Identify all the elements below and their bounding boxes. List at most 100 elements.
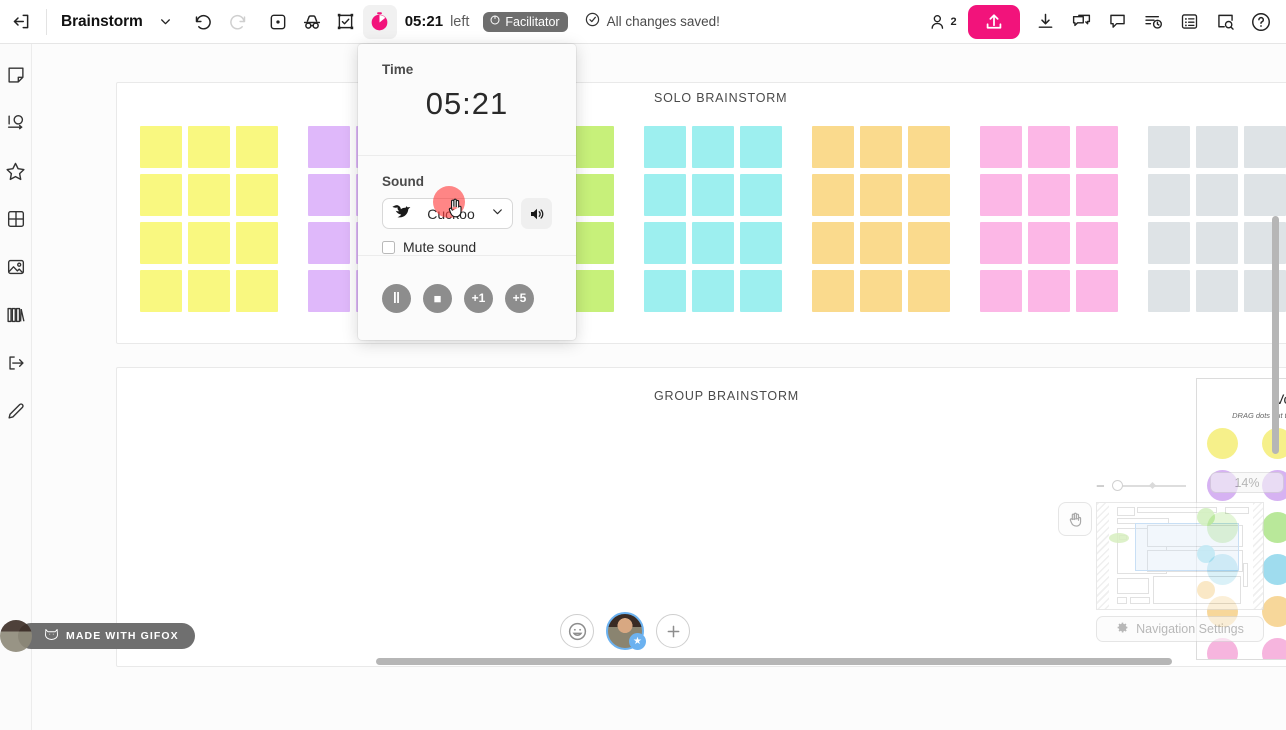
sticky-note[interactable] bbox=[1196, 126, 1238, 168]
sticky-note[interactable] bbox=[1148, 222, 1190, 264]
sticky-note[interactable] bbox=[1028, 174, 1070, 216]
vote-dot[interactable] bbox=[1262, 638, 1286, 659]
back-arrow-icon[interactable] bbox=[4, 5, 38, 39]
sticky-note[interactable] bbox=[1148, 174, 1190, 216]
sticky-note[interactable] bbox=[644, 126, 686, 168]
download-icon[interactable] bbox=[1028, 5, 1062, 39]
sidebar-item-sticky-note[interactable] bbox=[3, 62, 29, 88]
share-upload-icon[interactable] bbox=[968, 4, 1020, 39]
sticky-note[interactable] bbox=[140, 174, 182, 216]
sticky-note[interactable] bbox=[692, 222, 734, 264]
agenda-list-icon[interactable] bbox=[1172, 5, 1206, 39]
navigation-settings-button[interactable]: Navigation Settings bbox=[1096, 616, 1264, 642]
sticky-note[interactable] bbox=[1148, 126, 1190, 168]
sticky-note[interactable] bbox=[188, 174, 230, 216]
presenter-dot-icon[interactable] bbox=[261, 5, 295, 39]
sticky-note-group[interactable] bbox=[980, 126, 1118, 312]
sticky-note[interactable] bbox=[308, 222, 350, 264]
sticky-note[interactable] bbox=[236, 270, 278, 312]
chevron-down-icon[interactable] bbox=[149, 5, 183, 39]
horizontal-scrollbar[interactable] bbox=[376, 658, 1172, 665]
sticky-note[interactable] bbox=[860, 222, 902, 264]
plus-icon[interactable] bbox=[656, 614, 690, 648]
sticky-note[interactable] bbox=[692, 270, 734, 312]
sticky-note[interactable] bbox=[644, 174, 686, 216]
volume-icon[interactable] bbox=[521, 198, 552, 229]
sticky-note[interactable] bbox=[1244, 270, 1286, 312]
sticky-note[interactable] bbox=[236, 126, 278, 168]
sticky-note-group[interactable] bbox=[1148, 126, 1286, 312]
comments-icon[interactable] bbox=[1064, 5, 1098, 39]
sidebar-item-import[interactable] bbox=[3, 350, 29, 376]
zoom-out-button[interactable]: − bbox=[1096, 479, 1105, 494]
sticky-note[interactable] bbox=[908, 126, 950, 168]
chat-bubble-icon[interactable] bbox=[1100, 5, 1134, 39]
zoom-slider[interactable]: − + bbox=[1096, 476, 1239, 496]
sticky-note[interactable] bbox=[812, 222, 854, 264]
sticky-note[interactable] bbox=[740, 270, 782, 312]
timer-pie-icon[interactable] bbox=[362, 4, 397, 39]
sticky-note[interactable] bbox=[308, 126, 350, 168]
sticky-note[interactable] bbox=[188, 126, 230, 168]
sticky-note[interactable] bbox=[140, 126, 182, 168]
sticky-note[interactable] bbox=[644, 270, 686, 312]
sticky-note[interactable] bbox=[692, 174, 734, 216]
sticky-note[interactable] bbox=[908, 174, 950, 216]
vertical-scrollbar[interactable] bbox=[1272, 216, 1279, 454]
zoom-knob[interactable] bbox=[1112, 480, 1123, 491]
sticky-note[interactable] bbox=[740, 174, 782, 216]
sidebar-item-shapes[interactable] bbox=[3, 110, 29, 136]
sticky-note[interactable] bbox=[140, 222, 182, 264]
sticky-note[interactable] bbox=[908, 270, 950, 312]
search-board-icon[interactable] bbox=[1208, 5, 1242, 39]
sticky-note[interactable] bbox=[740, 126, 782, 168]
history-clock-icon[interactable] bbox=[1136, 5, 1170, 39]
sidebar-item-grid[interactable] bbox=[3, 206, 29, 232]
mute-sound-checkbox[interactable] bbox=[382, 240, 395, 254]
incognito-glasses-icon[interactable] bbox=[295, 5, 329, 39]
timer-popup[interactable]: Time 05:21 Sound Cuckoo Mute sound ‖ ■ +… bbox=[358, 44, 576, 340]
sticky-note[interactable] bbox=[1196, 174, 1238, 216]
sticky-note[interactable] bbox=[860, 174, 902, 216]
pan-hand-icon[interactable] bbox=[1058, 502, 1092, 536]
sidebar-item-library[interactable] bbox=[3, 302, 29, 328]
sticky-note[interactable] bbox=[980, 126, 1022, 168]
vote-dot[interactable] bbox=[1207, 428, 1238, 459]
sticky-note[interactable] bbox=[1028, 222, 1070, 264]
sticky-note-group[interactable] bbox=[644, 126, 782, 312]
sticky-note[interactable] bbox=[1196, 222, 1238, 264]
facilitator-badge[interactable]: Facilitator bbox=[483, 11, 568, 32]
sticky-note[interactable] bbox=[980, 270, 1022, 312]
sticky-note[interactable] bbox=[1244, 222, 1286, 264]
avatar[interactable]: ★ bbox=[606, 612, 646, 650]
sticky-note[interactable] bbox=[188, 222, 230, 264]
sticky-note[interactable] bbox=[572, 126, 614, 168]
sticky-note[interactable] bbox=[1076, 174, 1118, 216]
sticky-note[interactable] bbox=[308, 270, 350, 312]
sidebar-item-favorites[interactable] bbox=[3, 158, 29, 184]
sticky-note[interactable] bbox=[572, 270, 614, 312]
help-question-icon[interactable] bbox=[1244, 5, 1278, 39]
undo-icon[interactable] bbox=[187, 5, 221, 39]
sticky-note[interactable] bbox=[692, 126, 734, 168]
sticky-note[interactable] bbox=[644, 222, 686, 264]
vote-dot[interactable] bbox=[1262, 554, 1286, 585]
sticky-note[interactable] bbox=[1076, 270, 1118, 312]
sticky-note[interactable] bbox=[1244, 126, 1286, 168]
stop-button[interactable]: ■ bbox=[423, 283, 452, 313]
zoom-level-badge[interactable]: 14% bbox=[1210, 472, 1284, 493]
sticky-note[interactable] bbox=[1076, 126, 1118, 168]
sticky-note[interactable] bbox=[980, 174, 1022, 216]
chevron-down-icon[interactable] bbox=[491, 205, 504, 223]
sound-select[interactable]: Cuckoo bbox=[382, 198, 513, 229]
sidebar-item-image[interactable] bbox=[3, 254, 29, 280]
sticky-note[interactable] bbox=[812, 126, 854, 168]
people-icon[interactable]: 2 bbox=[926, 5, 960, 39]
sticky-note[interactable] bbox=[572, 174, 614, 216]
sticky-note[interactable] bbox=[236, 174, 278, 216]
sticky-note[interactable] bbox=[812, 270, 854, 312]
add-five-minutes-button[interactable]: +5 bbox=[505, 283, 534, 313]
mute-sound-row[interactable]: Mute sound bbox=[382, 239, 552, 255]
minimap[interactable] bbox=[1096, 502, 1264, 610]
sticky-note[interactable] bbox=[188, 270, 230, 312]
